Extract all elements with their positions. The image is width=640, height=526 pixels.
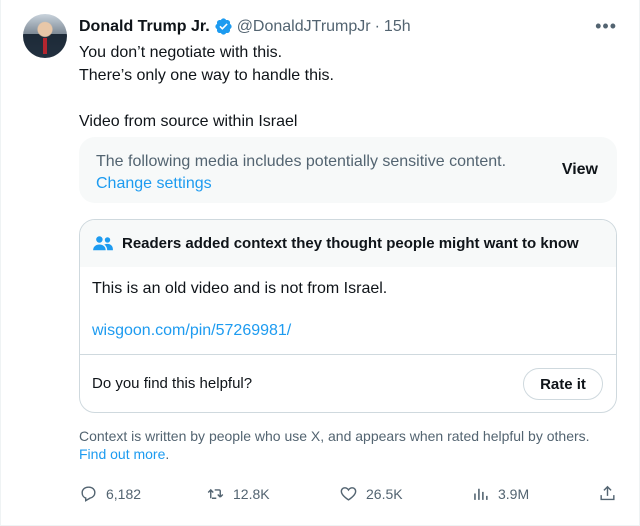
divider [80, 354, 616, 355]
views-action[interactable]: 3.9M [471, 484, 529, 503]
heart-icon [340, 487, 357, 501]
repost-count: 12.8K [233, 485, 270, 502]
tweet-text-line: There’s only one way to handle this. [79, 67, 334, 84]
helpful-prompt: Do you find this helpful? [92, 375, 253, 392]
tweet-text-line [79, 87, 619, 110]
community-note-link[interactable]: wisgoon.com/pin/57269981/ [92, 322, 291, 340]
context-footer: Context is written by people who use X, … [79, 427, 619, 463]
like-count: 26.5K [366, 485, 403, 502]
avatar[interactable] [23, 14, 67, 58]
sensitive-media-warning: The following media includes potentially… [79, 137, 617, 203]
reply-action[interactable]: 6,182 [79, 484, 141, 503]
find-out-more-link[interactable]: Find out more [79, 446, 165, 462]
tweet-card: Donald Trump Jr. @DonaldJTrumpJr · 15h •… [0, 0, 640, 526]
sensitive-notice: The following media includes potentially… [96, 153, 507, 170]
people-icon [93, 235, 113, 250]
reply-count: 6,182 [106, 485, 142, 502]
more-options-icon[interactable]: ••• [595, 16, 617, 37]
community-note-header: Readers added context they thought peopl… [80, 220, 616, 267]
context-footer-period: . [165, 446, 170, 462]
verified-badge-icon[interactable] [214, 17, 233, 36]
tweet-text-line: Video from source within Israel [79, 113, 298, 130]
tweet-header: Donald Trump Jr. @DonaldJTrumpJr · 15h [79, 17, 411, 36]
tweet-text-line: You don’t negotiate with this. [79, 44, 283, 61]
share-action[interactable] [598, 484, 617, 503]
author-name[interactable]: Donald Trump Jr. [79, 18, 210, 36]
views-chart-icon [474, 488, 488, 500]
community-note: Readers added context they thought peopl… [79, 219, 617, 413]
reply-icon [81, 486, 96, 502]
author-handle[interactable]: @DonaldJTrumpJr [237, 18, 371, 36]
avatar-detail [43, 38, 47, 54]
timestamp[interactable]: 15h [384, 18, 411, 36]
tweet-text: You don’t negotiate with this. There’s o… [79, 41, 619, 133]
repost-action[interactable]: 12.8K [206, 484, 270, 503]
context-footer-text: Context is written by people who use X, … [79, 428, 590, 444]
tweet-actions: 6,182 12.8K 26.5K 3.9M [79, 484, 619, 508]
community-note-body: This is an old video and is not from Isr… [92, 280, 388, 297]
community-note-title: Readers added context they thought peopl… [122, 235, 579, 252]
like-action[interactable]: 26.5K [339, 484, 403, 503]
view-button[interactable]: View [562, 161, 598, 179]
rate-it-button[interactable]: Rate it [523, 368, 603, 400]
repost-icon [207, 488, 224, 499]
share-icon [600, 485, 615, 501]
views-count: 3.9M [498, 485, 530, 502]
change-settings-link[interactable]: Change settings [96, 173, 212, 195]
separator-dot: · [374, 17, 380, 35]
